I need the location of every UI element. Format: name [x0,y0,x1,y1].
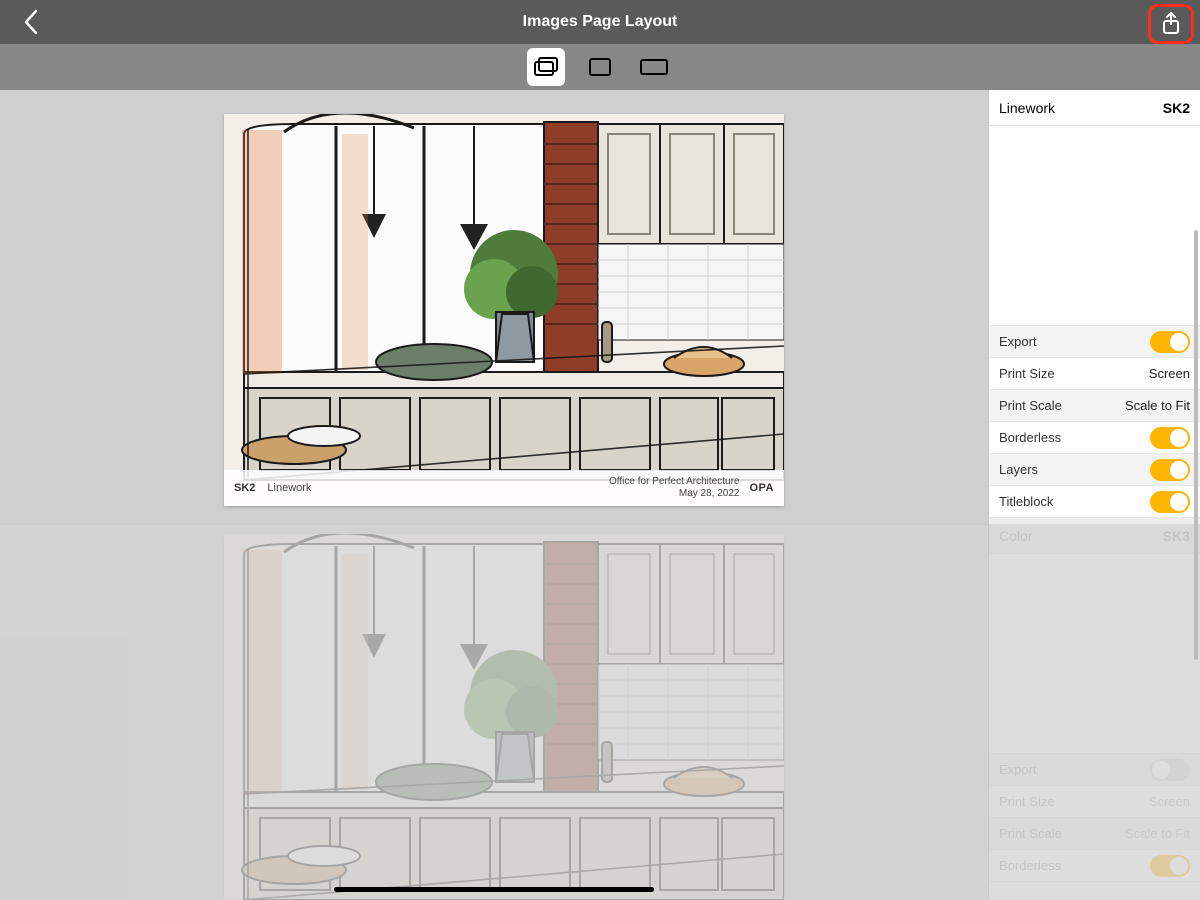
toggle-on-icon[interactable] [1150,331,1190,353]
setting-print-scale[interactable]: Print Scale Scale to Fit [989,390,1200,422]
setting-label: Titleblock [999,494,1053,509]
section-title: Color [999,528,1032,544]
page-card-sk2[interactable]: SK2 Linework Office for Perfect Architec… [224,114,784,506]
setting-label: Print Scale [999,398,1062,413]
share-button[interactable] [1156,9,1186,39]
navbar: Images Page Layout [0,0,1200,44]
landscape-icon [639,58,669,76]
layout-toolbar [0,44,1200,90]
setting-label: Export [999,334,1037,349]
section-settings: Export Print Size Screen Print Scale Sca… [989,754,1200,882]
page-code: SK2 [234,482,255,494]
share-icon [1160,12,1182,36]
sidebar: Linework SK2 Export Print Size Screen Pr… [988,90,1200,900]
section-thumbnail[interactable] [989,126,1200,326]
toggle-on-icon[interactable] [1150,855,1190,877]
setting-borderless[interactable]: Borderless [989,422,1200,454]
setting-print-scale[interactable]: Print Scale Scale to Fit [989,818,1200,850]
toggle-on-icon[interactable] [1150,459,1190,481]
scrollbar-thumb[interactable] [1194,230,1198,660]
sidebar-section-sk3: Color SK3 Export Print Size Screen Print… [989,518,1200,882]
main-area: SK2 Linework Office for Perfect Architec… [0,90,1200,900]
share-highlight [1148,4,1194,44]
toggle-on-icon[interactable] [1150,427,1190,449]
toggle-on-icon[interactable] [1150,491,1190,513]
setting-label: Print Size [999,794,1055,809]
setting-print-size[interactable]: Print Size Screen [989,786,1200,818]
section-header-sk2[interactable]: Linework SK2 [989,90,1200,126]
layout-stack-button[interactable] [527,48,565,86]
page-meta: Office for Perfect Architecture May 28, … [609,476,739,500]
setting-label: Borderless [999,858,1061,873]
page-card-sk3[interactable] [224,534,784,900]
section-thumbnail[interactable] [989,554,1200,754]
setting-value: Scale to Fit [1125,398,1190,413]
setting-label: Print Size [999,366,1055,381]
setting-export[interactable]: Export [989,754,1200,786]
section-settings: Export Print Size Screen Print Scale Sca… [989,326,1200,518]
setting-print-size[interactable]: Print Size Screen [989,358,1200,390]
layout-landscape-button[interactable] [635,48,673,86]
canvas-column: SK2 Linework Office for Perfect Architec… [0,90,988,900]
home-indicator [334,887,654,892]
section-title: Linework [999,100,1055,116]
layout-single-button[interactable] [581,48,619,86]
setting-value: Scale to Fit [1125,826,1190,841]
setting-label: Borderless [999,430,1061,445]
setting-value: Screen [1149,366,1190,381]
section-header-sk3[interactable]: Color SK3 [989,518,1200,554]
setting-label: Layers [999,462,1038,477]
setting-borderless[interactable]: Borderless [989,850,1200,882]
setting-layers[interactable]: Layers [989,454,1200,486]
back-button[interactable] [12,0,50,44]
chevron-left-icon [22,8,40,36]
setting-export[interactable]: Export [989,326,1200,358]
section-code: SK2 [1163,100,1190,116]
page-title: Images Page Layout [523,13,678,31]
single-icon [588,57,612,77]
setting-value: Screen [1149,794,1190,809]
page-date: May 28, 2022 [609,488,739,500]
page-artwork [224,114,784,506]
stack-icon [533,56,559,78]
page-artwork [224,534,784,900]
titleblock: SK2 Linework Office for Perfect Architec… [224,470,784,506]
sidebar-section-sk2: Linework SK2 Export Print Size Screen Pr… [989,90,1200,518]
setting-label: Print Scale [999,826,1062,841]
setting-label: Export [999,762,1037,777]
page-office: Office for Perfect Architecture [609,476,739,488]
page-name: Linework [267,482,311,494]
canvas-divider [0,524,988,525]
section-code: SK3 [1163,528,1190,544]
toggle-off-icon[interactable] [1150,759,1190,781]
setting-titleblock[interactable]: Titleblock [989,486,1200,518]
page-logo: OPA [749,482,774,494]
